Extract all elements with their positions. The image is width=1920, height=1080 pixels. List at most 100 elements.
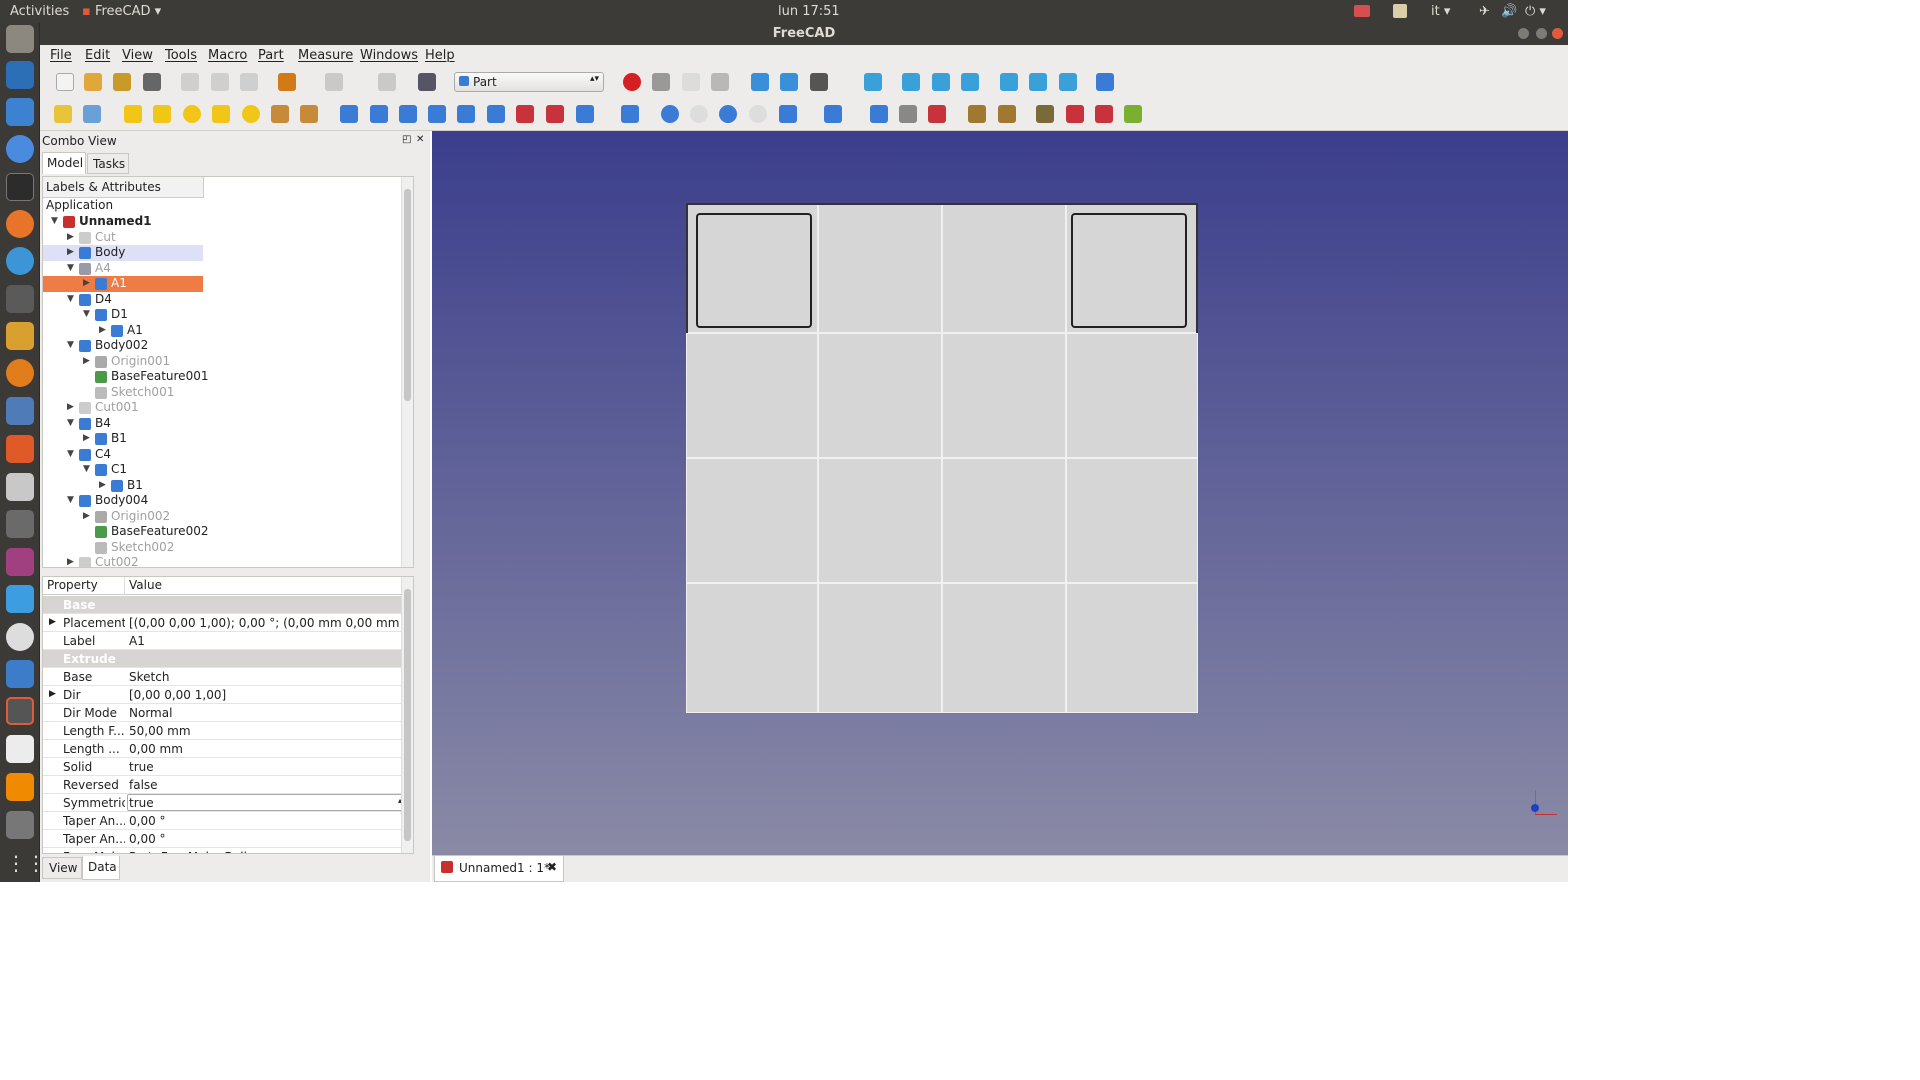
firefox-icon[interactable] — [6, 210, 34, 238]
section-icon[interactable] — [621, 105, 639, 123]
menu-edit[interactable]: Edit — [85, 48, 110, 63]
box-shape-icon[interactable] — [124, 105, 142, 123]
cut-icon[interactable] — [181, 73, 199, 91]
property-value[interactable]: Sketch — [129, 670, 409, 684]
notes-icon[interactable] — [6, 735, 34, 763]
browser-icon[interactable] — [6, 247, 34, 275]
expand-arrow-icon[interactable]: ▶ — [83, 356, 90, 366]
activities-button[interactable]: Activities — [10, 4, 69, 19]
files-icon[interactable] — [6, 25, 34, 53]
menu-view[interactable]: View — [122, 48, 153, 63]
tree-item[interactable]: ▶ A1 — [43, 323, 203, 339]
measure-icon[interactable] — [1096, 73, 1114, 91]
expand-arrow-icon[interactable]: ▼ — [67, 495, 74, 505]
isometric-view-icon[interactable] — [864, 73, 882, 91]
close-button[interactable] — [1552, 28, 1563, 39]
tab-view[interactable]: View — [42, 857, 82, 879]
property-value[interactable]: Part::FaceMakerBullseye — [129, 850, 409, 853]
expand-arrow-icon[interactable]: ▼ — [83, 309, 90, 319]
property-row[interactable]: Length ... 0,00 mm — [43, 740, 413, 758]
cut-boolean-icon[interactable] — [690, 105, 708, 123]
symmetric-select[interactable]: ▴▾ — [127, 794, 411, 811]
property-value[interactable]: Normal — [129, 706, 409, 720]
cone-icon[interactable] — [212, 105, 230, 123]
torus-icon[interactable] — [242, 105, 260, 123]
tree-item[interactable]: ▼ D1 — [43, 307, 203, 323]
undo-icon[interactable] — [278, 73, 296, 91]
tree-item[interactable]: ▶ Cut — [43, 230, 203, 246]
check-geometry-icon[interactable] — [968, 105, 986, 123]
tree-item[interactable]: ▶ Cut002 — [43, 555, 203, 567]
menu-tools[interactable]: Tools — [165, 48, 197, 63]
settings-icon[interactable] — [6, 473, 34, 501]
boolean-icon[interactable] — [661, 105, 679, 123]
chamfer-icon[interactable] — [457, 105, 475, 123]
expand-arrow-icon[interactable]: ▶ — [49, 617, 56, 627]
tree-item[interactable]: Sketch002 — [43, 540, 203, 556]
app2-icon[interactable] — [6, 397, 34, 425]
property-row[interactable]: Taper An... 0,00 ° — [43, 812, 413, 830]
join-features-icon[interactable] — [779, 105, 797, 123]
expand-arrow-icon[interactable]: ▼ — [67, 263, 74, 273]
menu-windows[interactable]: Windows — [360, 48, 418, 63]
tree-item[interactable]: ▼ A4 — [43, 261, 203, 277]
split-icon[interactable] — [824, 105, 842, 123]
property-row[interactable]: Dir Mode Normal — [43, 704, 413, 722]
expand-arrow-icon[interactable]: ▶ — [83, 511, 90, 521]
expand-arrow-icon[interactable]: ▶ — [99, 325, 106, 335]
camera-icon[interactable] — [1354, 5, 1370, 17]
value-column-header[interactable]: Value — [125, 577, 413, 595]
property-row[interactable]: Symmetrictrue▴▾ — [43, 794, 413, 812]
tree-item[interactable]: ▶ Origin001 — [43, 354, 203, 370]
tab-tasks[interactable]: Tasks — [87, 153, 129, 174]
top-view-icon[interactable] — [932, 73, 950, 91]
tree-item[interactable]: ▶ A1 — [43, 276, 203, 292]
clock[interactable]: lun 17:51 — [778, 4, 840, 19]
tree-item[interactable]: ▼ C4 — [43, 447, 203, 463]
tree-item[interactable]: ▶ B1 — [43, 431, 203, 447]
tree-item[interactable]: ▼ D4 — [43, 292, 203, 308]
sweep-icon[interactable] — [576, 105, 594, 123]
menu-measure[interactable]: Measure — [298, 48, 353, 63]
model-face[interactable] — [686, 583, 818, 713]
workbench-select[interactable]: Part ▴▾ — [454, 72, 604, 92]
freecad-icon[interactable] — [6, 697, 34, 725]
redo-icon[interactable] — [325, 73, 343, 91]
document-tab[interactable]: Unnamed1 : 1* ✖ — [434, 856, 564, 882]
property-row[interactable]: Label A1 — [43, 632, 413, 650]
model-face[interactable] — [942, 458, 1066, 583]
extrude-icon[interactable] — [340, 105, 358, 123]
3d-view[interactable] — [432, 131, 1568, 855]
measure-clear-icon[interactable] — [1124, 105, 1142, 123]
rear-view-icon[interactable] — [1000, 73, 1018, 91]
tree-item[interactable]: ▼ C1 — [43, 462, 203, 478]
vlc-icon[interactable] — [6, 773, 34, 801]
property-row[interactable]: Placement [(0,00 0,00 1,00); 0,00 °; (0,0… — [43, 614, 413, 632]
loft-icon[interactable] — [546, 105, 564, 123]
tree-item[interactable]: Sketch001 — [43, 385, 203, 401]
model-face[interactable] — [942, 583, 1066, 713]
paste-icon[interactable] — [240, 73, 258, 91]
minimize-button[interactable] — [1518, 28, 1529, 39]
measure-angular-icon[interactable] — [1066, 105, 1084, 123]
model-face[interactable] — [942, 333, 1066, 458]
shape-from-mesh-icon[interactable] — [899, 105, 917, 123]
expand-arrow-icon[interactable]: ▼ — [67, 340, 74, 350]
maximize-button[interactable] — [1536, 28, 1547, 39]
compound-icon[interactable] — [870, 105, 888, 123]
model-face[interactable] — [1066, 333, 1198, 458]
measure-linear-icon[interactable] — [1036, 105, 1054, 123]
tree-item[interactable]: ▶ B1 — [43, 478, 203, 494]
model-face[interactable] — [686, 333, 818, 458]
stop-macro-icon[interactable] — [652, 73, 670, 91]
expand-arrow-icon[interactable]: ▼ — [83, 464, 90, 474]
clipboard-icon[interactable] — [1393, 4, 1407, 18]
tree-item[interactable]: ▶ Cut001 — [43, 400, 203, 416]
tab-data[interactable]: Data — [82, 856, 120, 880]
tree-item[interactable]: ▼ Body004 — [43, 493, 203, 509]
create-part-icon[interactable] — [54, 105, 72, 123]
tree-item[interactable]: BaseFeature002 — [43, 524, 208, 540]
revolve-icon[interactable] — [370, 105, 388, 123]
new-icon[interactable] — [56, 73, 74, 91]
box-icon[interactable] — [6, 660, 34, 688]
